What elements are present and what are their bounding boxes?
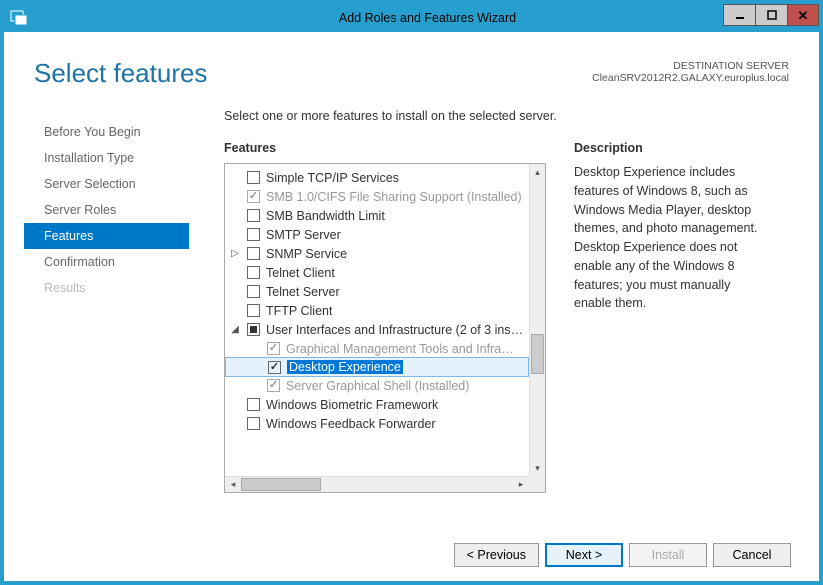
- maximize-button[interactable]: [755, 4, 787, 26]
- feature-label: Simple TCP/IP Services: [266, 171, 399, 185]
- step-item[interactable]: Before You Begin: [34, 119, 184, 145]
- feature-label: SMB Bandwidth Limit: [266, 209, 385, 223]
- feature-label: SNMP Service: [266, 247, 347, 261]
- scroll-down-button[interactable]: ▾: [530, 460, 545, 476]
- close-button[interactable]: ✕: [787, 4, 819, 26]
- scroll-up-button[interactable]: ▴: [530, 164, 545, 180]
- wizard-steps: Before You BeginInstallation TypeServer …: [34, 109, 184, 493]
- minimize-button[interactable]: [723, 4, 755, 26]
- window-controls: ✕: [723, 4, 819, 26]
- wizard-icon: [10, 9, 28, 27]
- feature-label: User Interfaces and Infrastructure (2 of…: [266, 323, 525, 337]
- feature-checkbox[interactable]: [247, 171, 260, 184]
- feature-item[interactable]: Windows Feedback Forwarder: [225, 414, 529, 433]
- collapse-icon[interactable]: ◢: [229, 324, 241, 335]
- feature-item[interactable]: SMTP Server: [225, 225, 529, 244]
- feature-checkbox[interactable]: [247, 398, 260, 411]
- step-item[interactable]: Server Selection: [34, 171, 184, 197]
- feature-checkbox[interactable]: [247, 247, 260, 260]
- feature-label: Desktop Experience: [287, 360, 403, 374]
- feature-checkbox: [247, 190, 260, 203]
- feature-label: Graphical Management Tools and Infrastru…: [286, 342, 516, 356]
- features-tree[interactable]: Simple TCP/IP Services SMB 1.0/CIFS File …: [224, 163, 546, 493]
- feature-item[interactable]: ◢ User Interfaces and Infrastructure (2 o…: [225, 320, 529, 339]
- step-item[interactable]: Server Roles: [34, 197, 184, 223]
- feature-checkbox[interactable]: [247, 228, 260, 241]
- install-button[interactable]: Install: [629, 543, 707, 567]
- vertical-scrollbar[interactable]: ▴ ▾: [529, 164, 545, 476]
- step-item[interactable]: Installation Type: [34, 145, 184, 171]
- feature-label: SMTP Server: [266, 228, 341, 242]
- feature-item[interactable]: Graphical Management Tools and Infrastru…: [225, 339, 529, 358]
- feature-label: Telnet Client: [266, 266, 335, 280]
- features-label: Features: [224, 141, 546, 155]
- feature-item[interactable]: SMB 1.0/CIFS File Sharing Support (Insta…: [225, 187, 529, 206]
- feature-checkbox[interactable]: [247, 323, 260, 336]
- feature-item[interactable]: Desktop Experience: [225, 357, 529, 377]
- feature-item[interactable]: Telnet Client: [225, 263, 529, 282]
- button-bar: < Previous Next > Install Cancel: [454, 543, 791, 567]
- description-panel: Description Desktop Experience includes …: [574, 141, 764, 493]
- feature-checkbox[interactable]: [247, 304, 260, 317]
- scroll-right-button[interactable]: ▸: [513, 477, 529, 492]
- description-text: Desktop Experience includes features of …: [574, 163, 764, 313]
- previous-button[interactable]: < Previous: [454, 543, 539, 567]
- client-area: Select features DESTINATION SERVER Clean…: [4, 32, 819, 581]
- feature-label: Server Graphical Shell (Installed): [286, 379, 469, 393]
- main-panel: Select one or more features to install o…: [224, 109, 789, 493]
- feature-checkbox[interactable]: [247, 417, 260, 430]
- step-item[interactable]: Features: [24, 223, 189, 249]
- destination-block: DESTINATION SERVER CleanSRV2012R2.GALAXY…: [592, 60, 789, 84]
- page-title: Select features: [34, 58, 207, 89]
- feature-item[interactable]: TFTP Client: [225, 301, 529, 320]
- destination-label: DESTINATION SERVER: [592, 60, 789, 72]
- feature-checkbox[interactable]: [268, 361, 281, 374]
- feature-item[interactable]: Server Graphical Shell (Installed): [225, 376, 529, 395]
- feature-item[interactable]: Windows Biometric Framework: [225, 395, 529, 414]
- feature-label: Windows Feedback Forwarder: [266, 417, 436, 431]
- step-item: Results: [34, 275, 184, 301]
- instruction-text: Select one or more features to install o…: [224, 109, 789, 123]
- feature-label: Telnet Server: [266, 285, 340, 299]
- step-item[interactable]: Confirmation: [34, 249, 184, 275]
- feature-label: SMB 1.0/CIFS File Sharing Support (Insta…: [266, 190, 522, 204]
- feature-item[interactable]: Telnet Server: [225, 282, 529, 301]
- description-label: Description: [574, 141, 764, 155]
- feature-label: TFTP Client: [266, 304, 332, 318]
- feature-item[interactable]: SMB Bandwidth Limit: [225, 206, 529, 225]
- feature-checkbox: [267, 342, 280, 355]
- feature-item[interactable]: ▷ SNMP Service: [225, 244, 529, 263]
- expand-icon[interactable]: ▷: [229, 248, 241, 259]
- next-button[interactable]: Next >: [545, 543, 623, 567]
- cancel-button[interactable]: Cancel: [713, 543, 791, 567]
- titlebar: Add Roles and Features Wizard ✕: [4, 4, 819, 32]
- wizard-window: Add Roles and Features Wizard ✕ Select f…: [0, 0, 823, 585]
- destination-server: CleanSRV2012R2.GALAXY.europlus.local: [592, 72, 789, 84]
- feature-checkbox: [267, 379, 280, 392]
- feature-checkbox[interactable]: [247, 285, 260, 298]
- window-title: Add Roles and Features Wizard: [36, 11, 819, 25]
- scroll-corner: [529, 476, 545, 492]
- feature-checkbox[interactable]: [247, 209, 260, 222]
- feature-checkbox[interactable]: [247, 266, 260, 279]
- scroll-left-button[interactable]: ◂: [225, 477, 241, 492]
- feature-item[interactable]: Simple TCP/IP Services: [225, 168, 529, 187]
- hscroll-thumb[interactable]: [241, 478, 321, 491]
- scroll-thumb[interactable]: [531, 334, 544, 374]
- horizontal-scrollbar[interactable]: ◂ ▸: [225, 476, 529, 492]
- feature-label: Windows Biometric Framework: [266, 398, 438, 412]
